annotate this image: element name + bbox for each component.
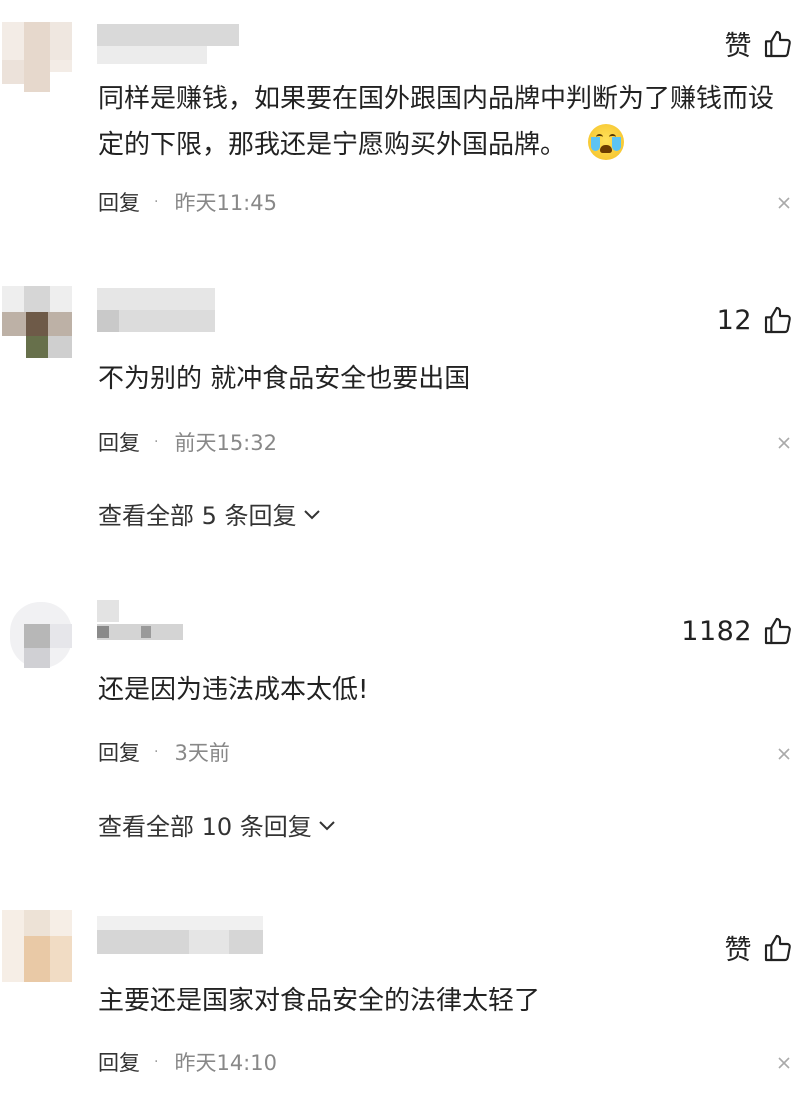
username-blurred[interactable]: [97, 600, 187, 644]
reply-button[interactable]: 回复: [98, 737, 140, 767]
view-all-replies-link[interactable]: 查看全部 10 条回复: [98, 807, 336, 842]
comment-meta: 回复 · 3天前: [98, 737, 230, 767]
like-count: 赞: [724, 31, 752, 62]
comment-meta: 回复 · 前天15:32: [98, 427, 277, 457]
timestamp: 3天前: [174, 741, 230, 765]
avatar[interactable]: [2, 22, 72, 100]
view-all-replies-label: 查看全部 10 条回复: [98, 813, 312, 841]
crying-laughing-emoji-icon: [588, 124, 625, 160]
separator-dot: ·: [154, 744, 159, 760]
timestamp: 前天15:32: [174, 431, 277, 455]
separator-dot: ·: [154, 194, 159, 210]
separator-dot: ·: [154, 1054, 159, 1070]
comment-text: 不为别的 就冲食品安全也要出国: [98, 364, 471, 394]
avatar[interactable]: [2, 598, 72, 676]
like-button[interactable]: 赞: [725, 928, 795, 967]
like-count: 赞: [724, 935, 752, 966]
comment-meta: 回复 · 昨天11:45: [98, 187, 277, 217]
comment-body: 同样是赚钱，如果要在国外跟国内品牌中判断为了赚钱而设定的下限，那我还是宁愿购买外…: [98, 84, 775, 160]
like-count: 1182: [681, 615, 752, 647]
chevron-down-icon: [319, 820, 335, 830]
username-blurred[interactable]: [97, 24, 247, 64]
username-blurred[interactable]: [97, 288, 217, 332]
separator-dot: ·: [154, 434, 159, 450]
close-icon[interactable]: [777, 747, 791, 761]
timestamp: 昨天11:45: [174, 191, 277, 215]
reply-button[interactable]: 回复: [98, 187, 140, 217]
comment-text: 同样是赚钱，如果要在国外跟国内品牌中判断为了赚钱而设定的下限，那我还是宁愿购买外…: [98, 76, 798, 168]
thumbs-up-icon: [764, 30, 791, 57]
like-button[interactable]: 12: [717, 304, 794, 336]
close-icon[interactable]: [777, 196, 791, 210]
chevron-down-icon: [303, 509, 320, 519]
avatar[interactable]: [2, 286, 72, 364]
like-count: 12: [716, 304, 752, 336]
like-button[interactable]: 赞: [725, 24, 795, 63]
view-all-replies-label: 查看全部 5 条回复: [98, 502, 297, 530]
thumbs-up-icon: [764, 617, 791, 645]
thumbs-up-icon: [764, 306, 791, 334]
view-all-replies-link[interactable]: 查看全部 5 条回复: [98, 496, 321, 531]
like-button[interactable]: 1182: [681, 615, 794, 647]
close-icon[interactable]: [777, 436, 791, 450]
comment-text: 主要还是国家对食品安全的法律太轻了: [98, 986, 541, 1016]
close-icon[interactable]: [777, 1056, 791, 1070]
reply-button[interactable]: 回复: [98, 427, 140, 457]
thumbs-up-icon: [764, 934, 791, 961]
reply-button[interactable]: 回复: [98, 1047, 140, 1077]
username-blurred[interactable]: [97, 916, 267, 956]
comment-meta: 回复 · 昨天14:10: [98, 1047, 277, 1077]
avatar[interactable]: [2, 910, 72, 988]
comment-text: 还是因为违法成本太低!: [98, 675, 369, 705]
timestamp: 昨天14:10: [174, 1051, 277, 1075]
